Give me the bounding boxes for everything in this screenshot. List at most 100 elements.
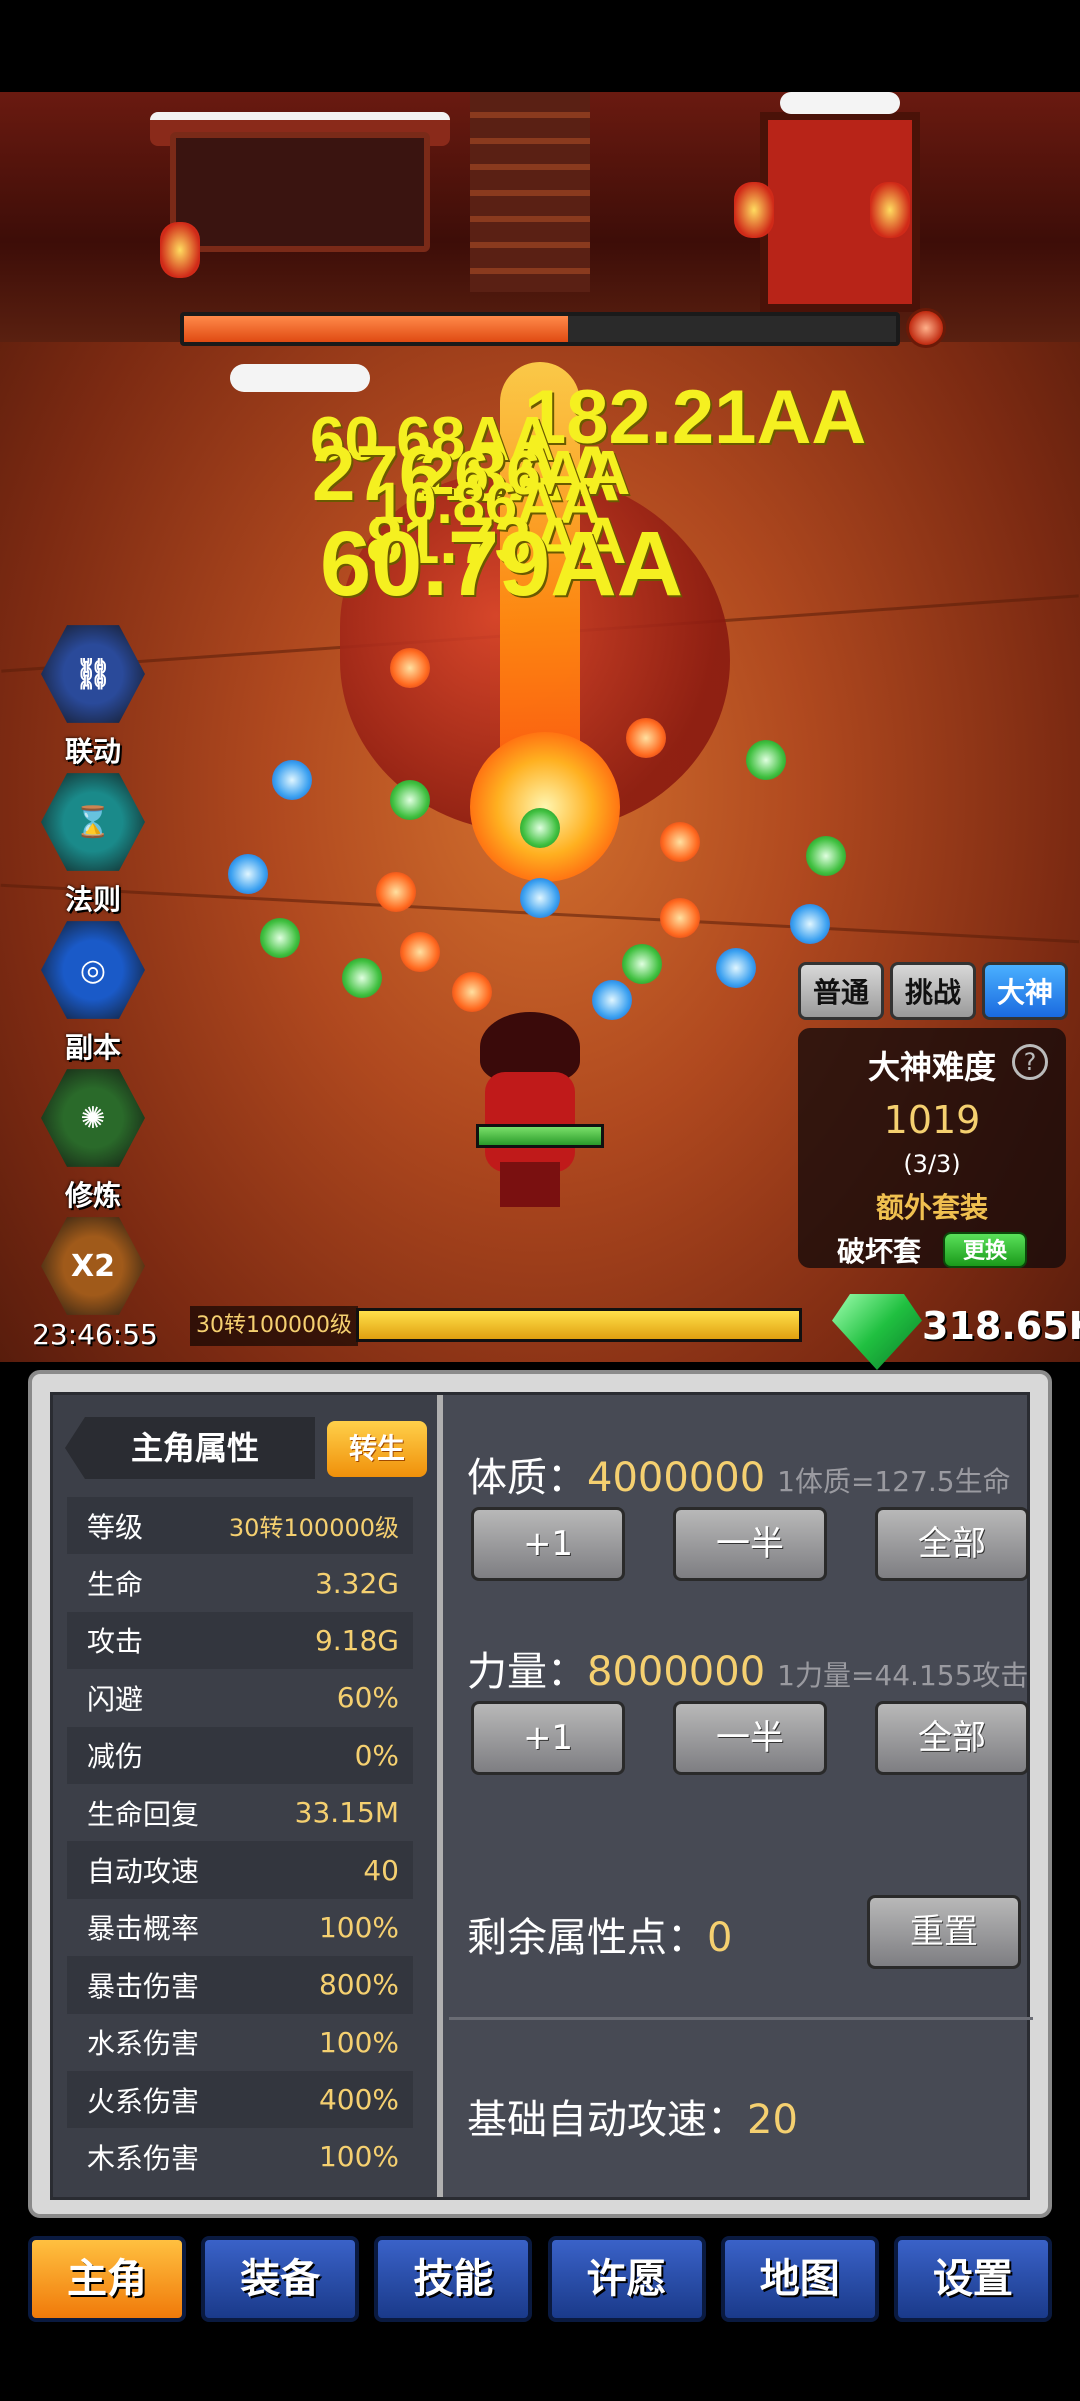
fire-orb <box>660 898 700 938</box>
constitution-all-button[interactable]: 全部 <box>875 1507 1029 1581</box>
tab-settings[interactable]: 设置 <box>893 2236 1052 2322</box>
damage-number: 60.79AA <box>320 513 684 615</box>
set-row: 破坏套 更换 <box>798 1230 1066 1270</box>
water-orb <box>592 980 632 1020</box>
wood-orb <box>746 740 786 780</box>
constitution-plus-one-button[interactable]: +1 <box>471 1507 625 1581</box>
tab-normal[interactable]: 普通 <box>798 962 884 1020</box>
attribute-value: 800% <box>318 1968 399 2002</box>
attribute-value: 100% <box>318 2140 399 2174</box>
tab-challenge[interactable]: 挑战 <box>890 962 976 1020</box>
attribute-key: 减伤 <box>87 1740 144 1774</box>
fire-orb <box>626 718 666 758</box>
background-stairs <box>470 92 590 292</box>
link-icon: ⛓ <box>41 625 145 723</box>
wood-orb <box>520 808 560 848</box>
attribute-key: 等级 <box>87 1510 144 1544</box>
side-menu-cultivate[interactable]: ✺ 修炼 <box>36 1066 150 1214</box>
strength-half-button[interactable]: 一半 <box>673 1701 827 1775</box>
attribute-key: 自动攻速 <box>87 1855 200 1889</box>
attribute-value: 400% <box>318 2083 399 2117</box>
attribute-column: 主角属性 转生 等级 30转100000级 生命 3.32G 攻击 9.18G 闪避 6… <box>53 1395 443 2197</box>
constitution-note: 1体质=127.5生命 <box>777 1465 1011 1498</box>
remaining-points-line: 剩余属性点：0 <box>467 1905 732 1963</box>
fire-orb <box>376 872 416 912</box>
attribute-row: 暴击概率 100% <box>67 1899 413 1956</box>
level-label: 30转100000级 <box>190 1306 358 1346</box>
gem-icon <box>832 1294 922 1370</box>
attribute-value: 3.32G <box>314 1566 399 1600</box>
rebirth-button[interactable]: 转生 <box>327 1421 427 1477</box>
strength-label: 力量： <box>467 1649 587 1695</box>
difficulty-count: (3/3) <box>903 1150 961 1178</box>
hero-legs <box>500 1162 560 1207</box>
tab-skills[interactable]: 技能 <box>374 2236 533 2322</box>
reset-button[interactable]: 重置 <box>867 1895 1021 1969</box>
remaining-points-label: 剩余属性点： <box>467 1915 707 1961</box>
vortex-icon: ◎ <box>41 921 145 1019</box>
boss-health-bar <box>180 312 900 346</box>
snow-patch <box>780 92 900 114</box>
fire-orb <box>390 648 430 688</box>
attribute-row: 攻击 9.18G <box>67 1611 413 1670</box>
set-name: 破坏套 <box>836 1235 921 1268</box>
tab-wish[interactable]: 许愿 <box>547 2236 706 2322</box>
strength-plus-one-button[interactable]: +1 <box>471 1701 625 1775</box>
status-bar <box>0 0 1080 92</box>
wood-orb <box>260 918 300 958</box>
difficulty-panel: 大神难度 ? 1019 (3/3) 额外套装 破坏套 更换 <box>798 1028 1066 1268</box>
constitution-value: 4000000 <box>587 1455 766 1501</box>
strength-line: 力量：8000000 1力量=44.155攻击 <box>467 1639 1028 1697</box>
attribute-row: 木系伤害 100% <box>67 2128 413 2185</box>
hero-character <box>470 1012 590 1212</box>
water-orb <box>520 878 560 918</box>
attribute-row: 水系伤害 100% <box>67 2014 413 2071</box>
tab-map[interactable]: 地图 <box>720 2236 879 2322</box>
progress-row: 30转100000级 318.65K <box>0 1294 1080 1370</box>
fire-orb <box>660 822 700 862</box>
difficulty-tabs: 普通 挑战 大神 <box>798 962 1068 1020</box>
attribute-row: 等级 30转100000级 <box>67 1497 413 1555</box>
tab-equipment[interactable]: 装备 <box>201 2236 360 2322</box>
attribute-key: 攻击 <box>87 1625 144 1659</box>
attribute-value: 30转100000级 <box>228 1514 399 1543</box>
difficulty-level: 1019 <box>883 1098 981 1142</box>
side-menu-linkage[interactable]: ⛓ 联动 <box>36 622 150 770</box>
attribute-key: 暴击伤害 <box>87 1969 200 2003</box>
hero-health-fill <box>479 1127 601 1145</box>
attribute-title: 主角属性 <box>130 1429 259 1467</box>
side-menu-rules[interactable]: ⌛ 法则 <box>36 770 150 918</box>
attribute-value: 100% <box>318 1910 399 1944</box>
attribute-value: 60% <box>336 1681 399 1715</box>
constitution-buttons: +1 一半 全部 <box>471 1507 1029 1581</box>
attribute-row: 暴击伤害 800% <box>67 1956 413 2014</box>
boss-health-fill <box>184 316 569 342</box>
side-menu-dungeon[interactable]: ◎ 副本 <box>36 918 150 1066</box>
water-orb <box>790 904 830 944</box>
constitution-half-button[interactable]: 一半 <box>673 1507 827 1581</box>
tab-master[interactable]: 大神 <box>982 962 1068 1020</box>
snow-patch <box>230 364 370 392</box>
lantern-icon <box>160 222 200 278</box>
attribute-value: 33.15M <box>294 1796 399 1830</box>
swap-set-button[interactable]: 更换 <box>943 1232 1027 1268</box>
attribute-key: 火系伤害 <box>87 2084 200 2118</box>
attribute-key: 木系伤害 <box>87 2141 200 2175</box>
attribute-row: 闪避 60% <box>67 1669 413 1726</box>
tab-hero[interactable]: 主角 <box>28 2236 186 2322</box>
constitution-label: 体质： <box>467 1455 587 1501</box>
fireball-effect <box>470 732 620 882</box>
attribute-value: 100% <box>318 2025 399 2059</box>
base-attack-speed-value: 20 <box>747 2097 798 2143</box>
strength-all-button[interactable]: 全部 <box>875 1701 1029 1775</box>
help-icon[interactable]: ? <box>1012 1044 1048 1080</box>
wood-orb <box>806 836 846 876</box>
attribute-value: 40 <box>363 1853 399 1887</box>
bottom-tab-bar: 主角 装备 技能 许愿 地图 设置 <box>28 2236 1052 2322</box>
attribute-key: 暴击概率 <box>87 1912 200 1946</box>
water-orb <box>228 854 268 894</box>
hero-health-bar <box>476 1124 604 1148</box>
strength-note: 1力量=44.155攻击 <box>777 1659 1029 1692</box>
section-divider <box>449 2017 1033 2020</box>
hourglass-icon: ⌛ <box>41 773 145 871</box>
